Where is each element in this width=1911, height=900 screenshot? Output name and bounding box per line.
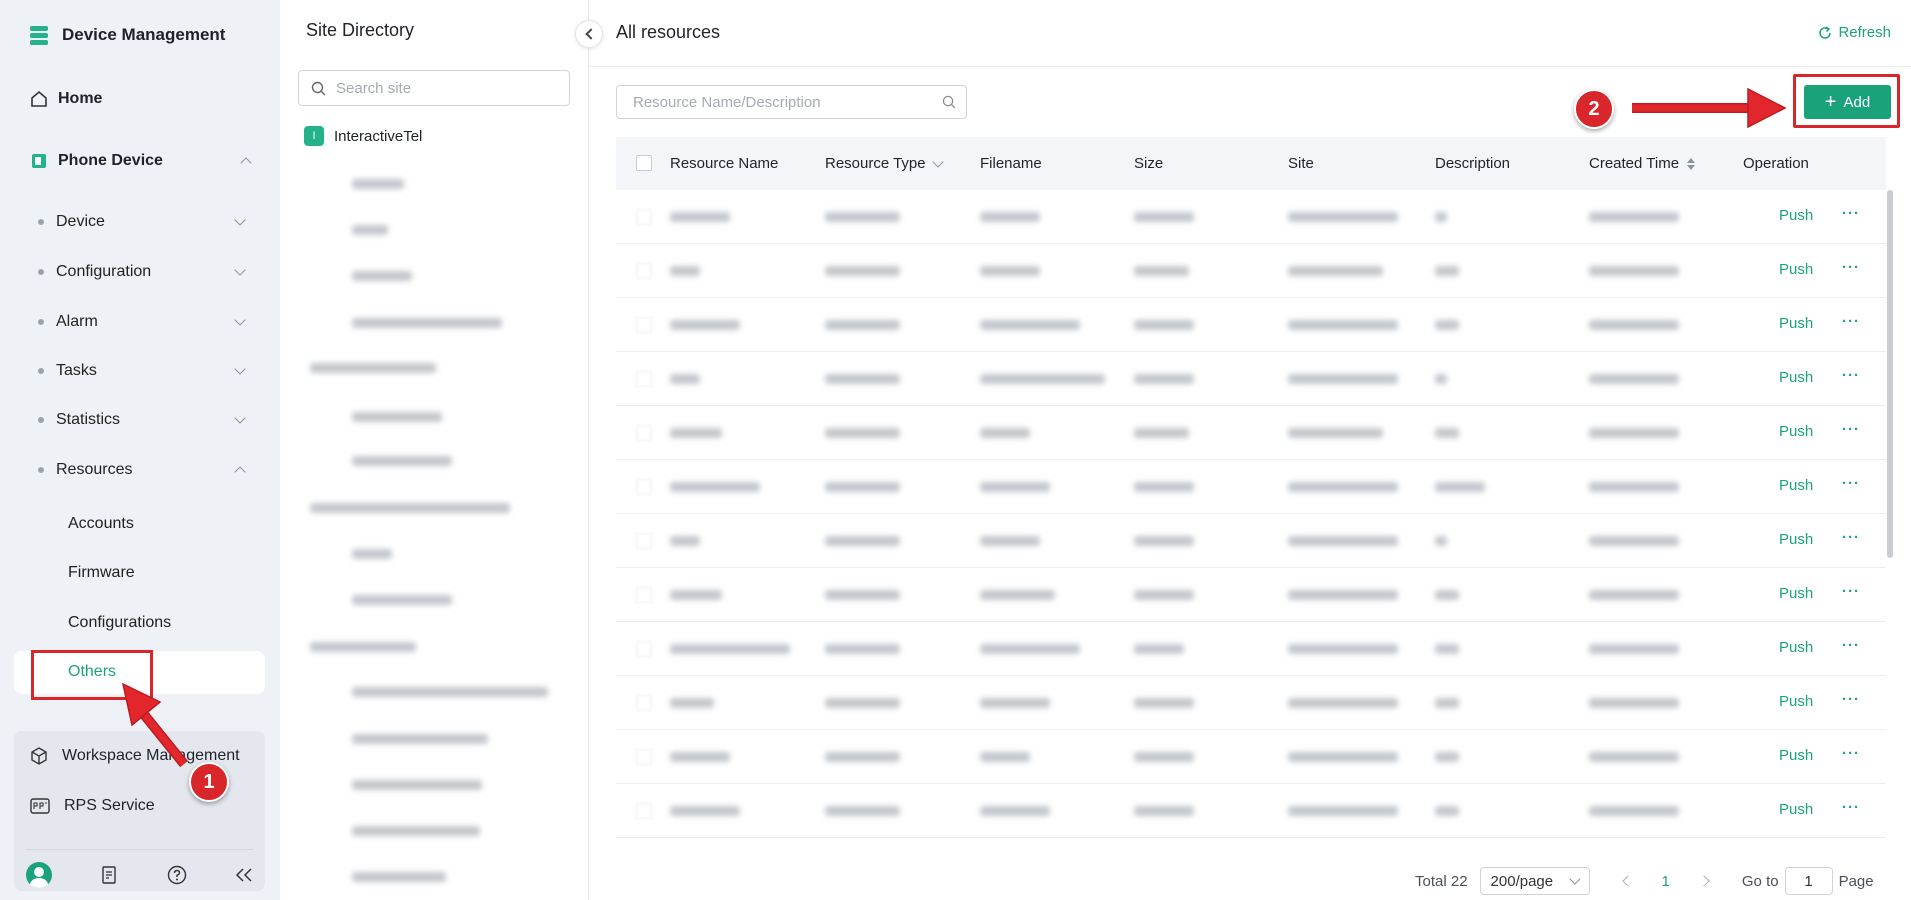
annotation-arrows <box>121 87 1787 768</box>
annotation-step-1: 1 <box>189 762 229 802</box>
annotation-step-2: 2 <box>1574 89 1614 129</box>
